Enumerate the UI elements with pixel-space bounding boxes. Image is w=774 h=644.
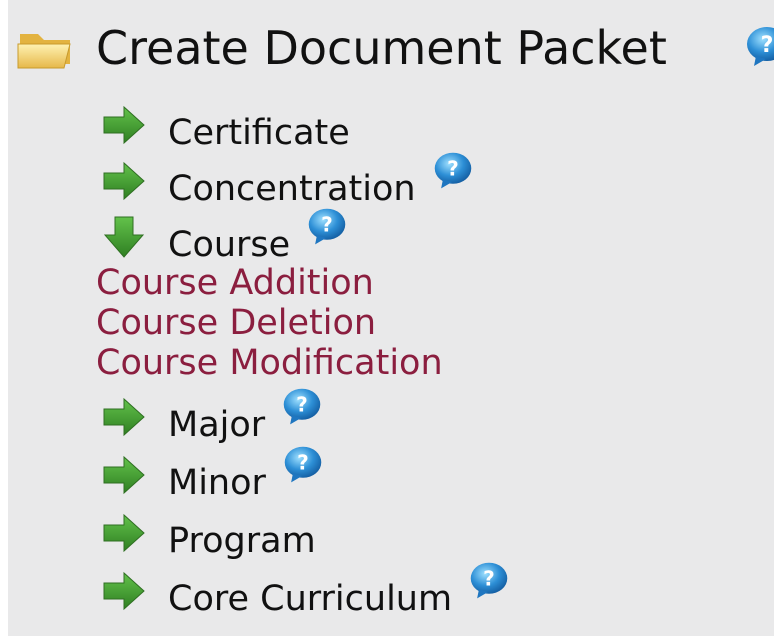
- help-bubble-icon[interactable]: ?: [432, 150, 474, 192]
- help-bubble-icon[interactable]: ?: [282, 444, 324, 486]
- arrow-right-icon: [103, 161, 145, 201]
- help-bubble-icon[interactable]: ?: [306, 206, 348, 248]
- course-addition-link[interactable]: Course Addition: [96, 266, 374, 301]
- tree-item-course[interactable]: Course ?: [100, 208, 348, 265]
- tree-item-label: Concentration: [168, 168, 416, 209]
- svg-text:?: ?: [761, 33, 774, 58]
- help-bubble-icon[interactable]: ?: [744, 24, 774, 70]
- tree-item-program[interactable]: Program: [100, 506, 316, 560]
- tree-item-core-curriculum[interactable]: Core Curriculum ?: [100, 562, 510, 619]
- help-bubble-icon[interactable]: ?: [468, 560, 510, 602]
- tree-item-label: Minor: [168, 462, 266, 503]
- svg-text:?: ?: [483, 567, 495, 591]
- course-deletion-link[interactable]: Course Deletion: [96, 306, 376, 341]
- tree-item-minor[interactable]: Minor ?: [100, 446, 324, 503]
- tree-item-label: Course: [168, 224, 291, 265]
- arrow-down-icon: [103, 216, 145, 258]
- folder-open-icon: [17, 34, 71, 69]
- svg-text:?: ?: [447, 157, 459, 181]
- tree-item-certificate[interactable]: Certificate: [100, 98, 350, 152]
- tree-item-concentration[interactable]: Concentration ?: [100, 152, 474, 209]
- arrow-right-icon: [103, 105, 145, 145]
- tree-item-major[interactable]: Major ?: [100, 388, 323, 445]
- svg-text:?: ?: [321, 213, 333, 237]
- page-title: Create Document Packet: [96, 21, 667, 75]
- arrow-right-icon: [103, 571, 145, 611]
- tree-item-label: Core Curriculum: [168, 578, 453, 619]
- packet-heading: Create Document Packet ?: [16, 18, 774, 78]
- arrow-right-icon: [103, 397, 145, 437]
- svg-text:?: ?: [297, 451, 309, 475]
- tree-item-label: Major: [168, 404, 266, 445]
- arrow-right-icon: [103, 455, 145, 495]
- svg-text:?: ?: [296, 393, 308, 417]
- arrow-right-icon: [103, 513, 145, 553]
- document-packet-panel: Create Document Packet ? Certificate Con…: [8, 0, 774, 636]
- tree-item-label: Certificate: [168, 112, 350, 153]
- help-bubble-icon[interactable]: ?: [281, 386, 323, 428]
- course-modification-link[interactable]: Course Modification: [96, 346, 443, 381]
- tree-item-label: Program: [168, 520, 316, 561]
